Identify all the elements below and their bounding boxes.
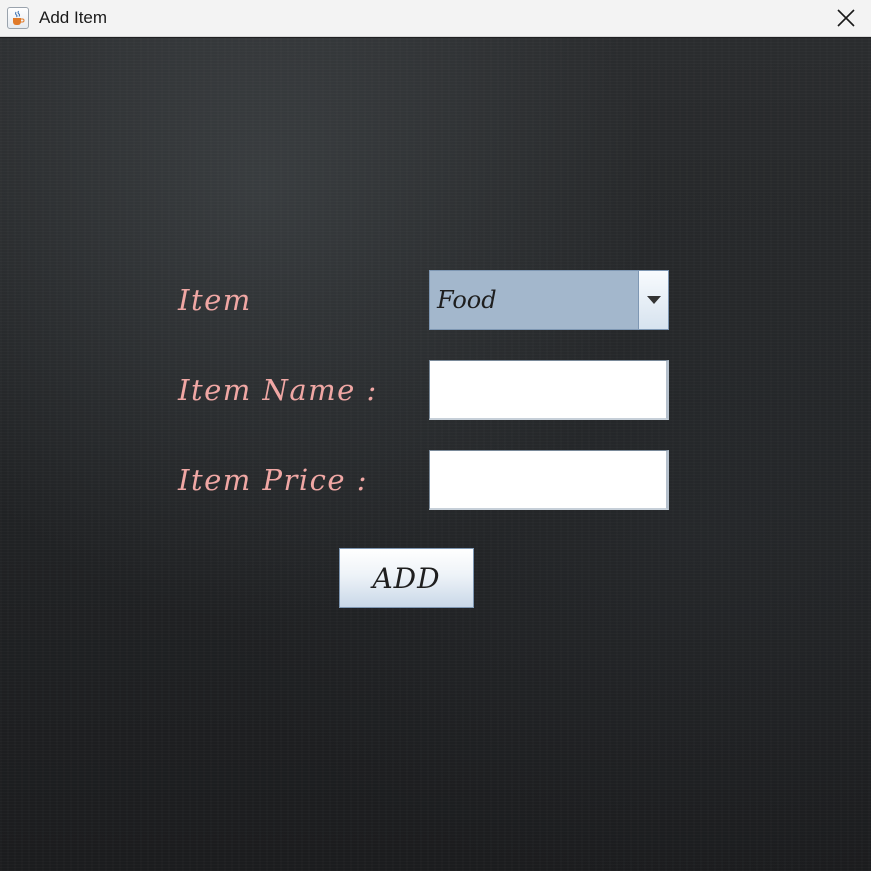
item-category-value: Food: [430, 271, 639, 329]
item-category-dropdown[interactable]: Food: [429, 270, 669, 330]
item-name-label: Item Name :: [178, 373, 378, 407]
item-price-label: Item Price :: [178, 463, 369, 497]
add-item-window: Add Item Item Food Item Name : Item Pric…: [0, 0, 871, 871]
title-bar: Add Item: [0, 0, 871, 37]
chevron-down-icon[interactable]: [639, 271, 668, 329]
java-cup-icon: [7, 7, 29, 29]
add-button[interactable]: ADD: [339, 548, 474, 608]
window-title: Add Item: [39, 8, 108, 27]
item-price-field[interactable]: [429, 450, 669, 510]
close-button[interactable]: [829, 2, 863, 34]
close-icon: [837, 9, 855, 27]
item-name-field[interactable]: [429, 360, 669, 420]
form-panel: Item Food Item Name : Item Price : ADD: [0, 38, 871, 871]
item-label: Item: [178, 283, 252, 317]
